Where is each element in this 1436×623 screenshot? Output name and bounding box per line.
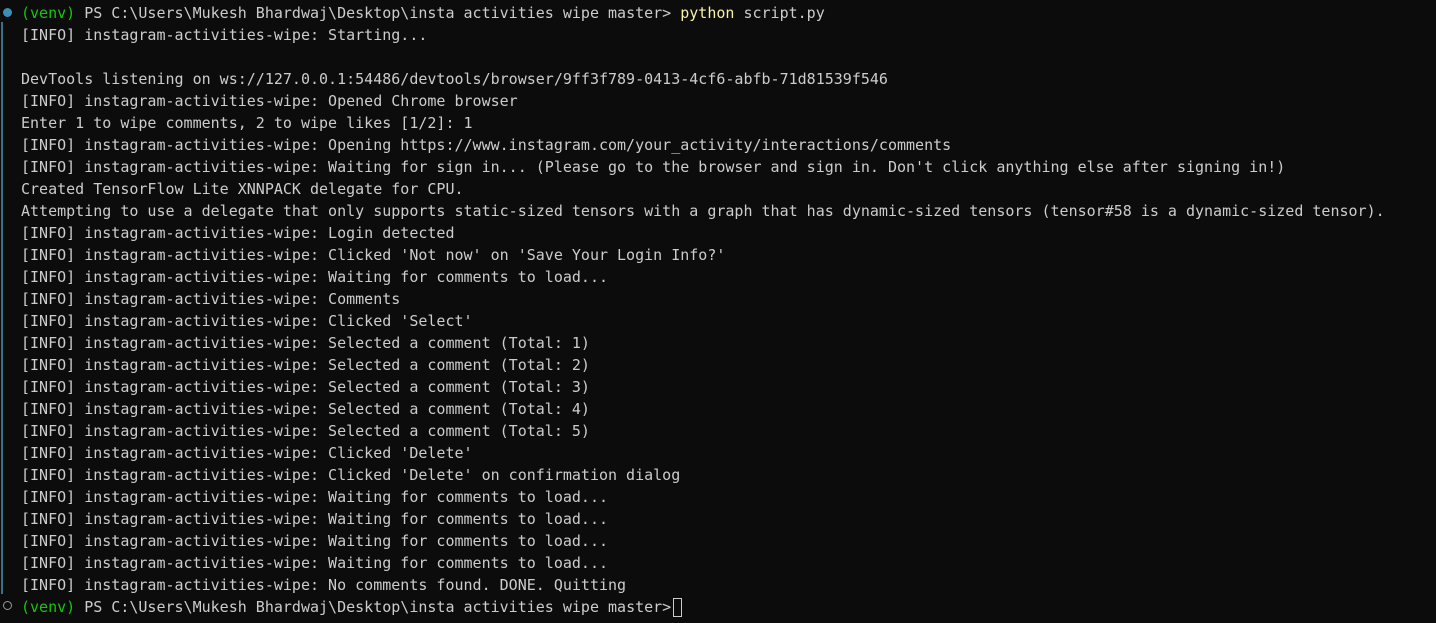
log-line-info: [INFO] instagram-activities-wipe: Waitin… <box>21 158 1286 176</box>
log-line-info: [INFO] instagram-activities-wipe: Select… <box>21 422 590 440</box>
log-line-info: [INFO] instagram-activities-wipe: Clicke… <box>21 444 473 462</box>
log-line-info: [INFO] instagram-activities-wipe: Waitin… <box>21 554 608 572</box>
command-pending-marker-icon[interactable] <box>3 601 12 610</box>
log-line-info: [INFO] instagram-activities-wipe: Select… <box>21 378 590 396</box>
output-line: Attempting to use a delegate that only s… <box>21 202 1385 220</box>
log-line-info: [INFO] instagram-activities-wipe: Waitin… <box>21 488 608 506</box>
prompt-path: PS C:\Users\Mukesh Bhardwaj\Desktop\inst… <box>75 598 672 616</box>
command-name: python <box>680 4 735 22</box>
command-args: script.py <box>734 4 825 22</box>
log-line-info: [INFO] instagram-activities-wipe: Clicke… <box>21 312 473 330</box>
log-line-info: [INFO] instagram-activities-wipe: Clicke… <box>21 246 726 264</box>
command-gutter-bar <box>1 22 3 594</box>
prompt-path: PS C:\Users\Mukesh Bhardwaj\Desktop\inst… <box>75 4 681 22</box>
log-line-info: [INFO] instagram-activities-wipe: Opened… <box>21 92 518 110</box>
output-lines: [INFO] instagram-activities-wipe: Starti… <box>21 24 1385 596</box>
log-line-info: [INFO] instagram-activities-wipe: Commen… <box>21 290 401 308</box>
text-cursor <box>673 598 683 617</box>
log-line-info: [INFO] instagram-activities-wipe: Openin… <box>21 136 952 154</box>
log-line-info: [INFO] instagram-activities-wipe: No com… <box>21 576 627 594</box>
venv-label: (venv) <box>21 4 76 22</box>
log-line-info: [INFO] instagram-activities-wipe: Select… <box>21 334 590 352</box>
log-line-info: [INFO] instagram-activities-wipe: Login … <box>21 224 455 242</box>
command-success-marker-icon[interactable] <box>3 8 12 17</box>
output-line: Enter 1 to wipe comments, 2 to wipe like… <box>21 114 473 132</box>
output-line: Created TensorFlow Lite XNNPACK delegate… <box>21 180 464 198</box>
terminal-output[interactable]: (venv) PS C:\Users\Mukesh Bhardwaj\Deskt… <box>21 2 1385 618</box>
prompt-line: (venv) PS C:\Users\Mukesh Bhardwaj\Deskt… <box>21 2 1385 24</box>
log-line-info: [INFO] instagram-activities-wipe: Waitin… <box>21 510 608 528</box>
log-line-info: [INFO] instagram-activities-wipe: Select… <box>21 356 590 374</box>
log-line-info: [INFO] instagram-activities-wipe: Clicke… <box>21 466 681 484</box>
log-line-info: [INFO] instagram-activities-wipe: Waitin… <box>21 268 608 286</box>
final-prompt-line[interactable]: (venv) PS C:\Users\Mukesh Bhardwaj\Deskt… <box>21 596 1385 618</box>
output-line: DevTools listening on ws://127.0.0.1:544… <box>21 70 888 88</box>
log-line-info: [INFO] instagram-activities-wipe: Select… <box>21 400 590 418</box>
venv-label: (venv) <box>21 598 76 616</box>
log-line-info: [INFO] instagram-activities-wipe: Starti… <box>21 26 428 44</box>
log-line-info: [INFO] instagram-activities-wipe: Waitin… <box>21 532 608 550</box>
